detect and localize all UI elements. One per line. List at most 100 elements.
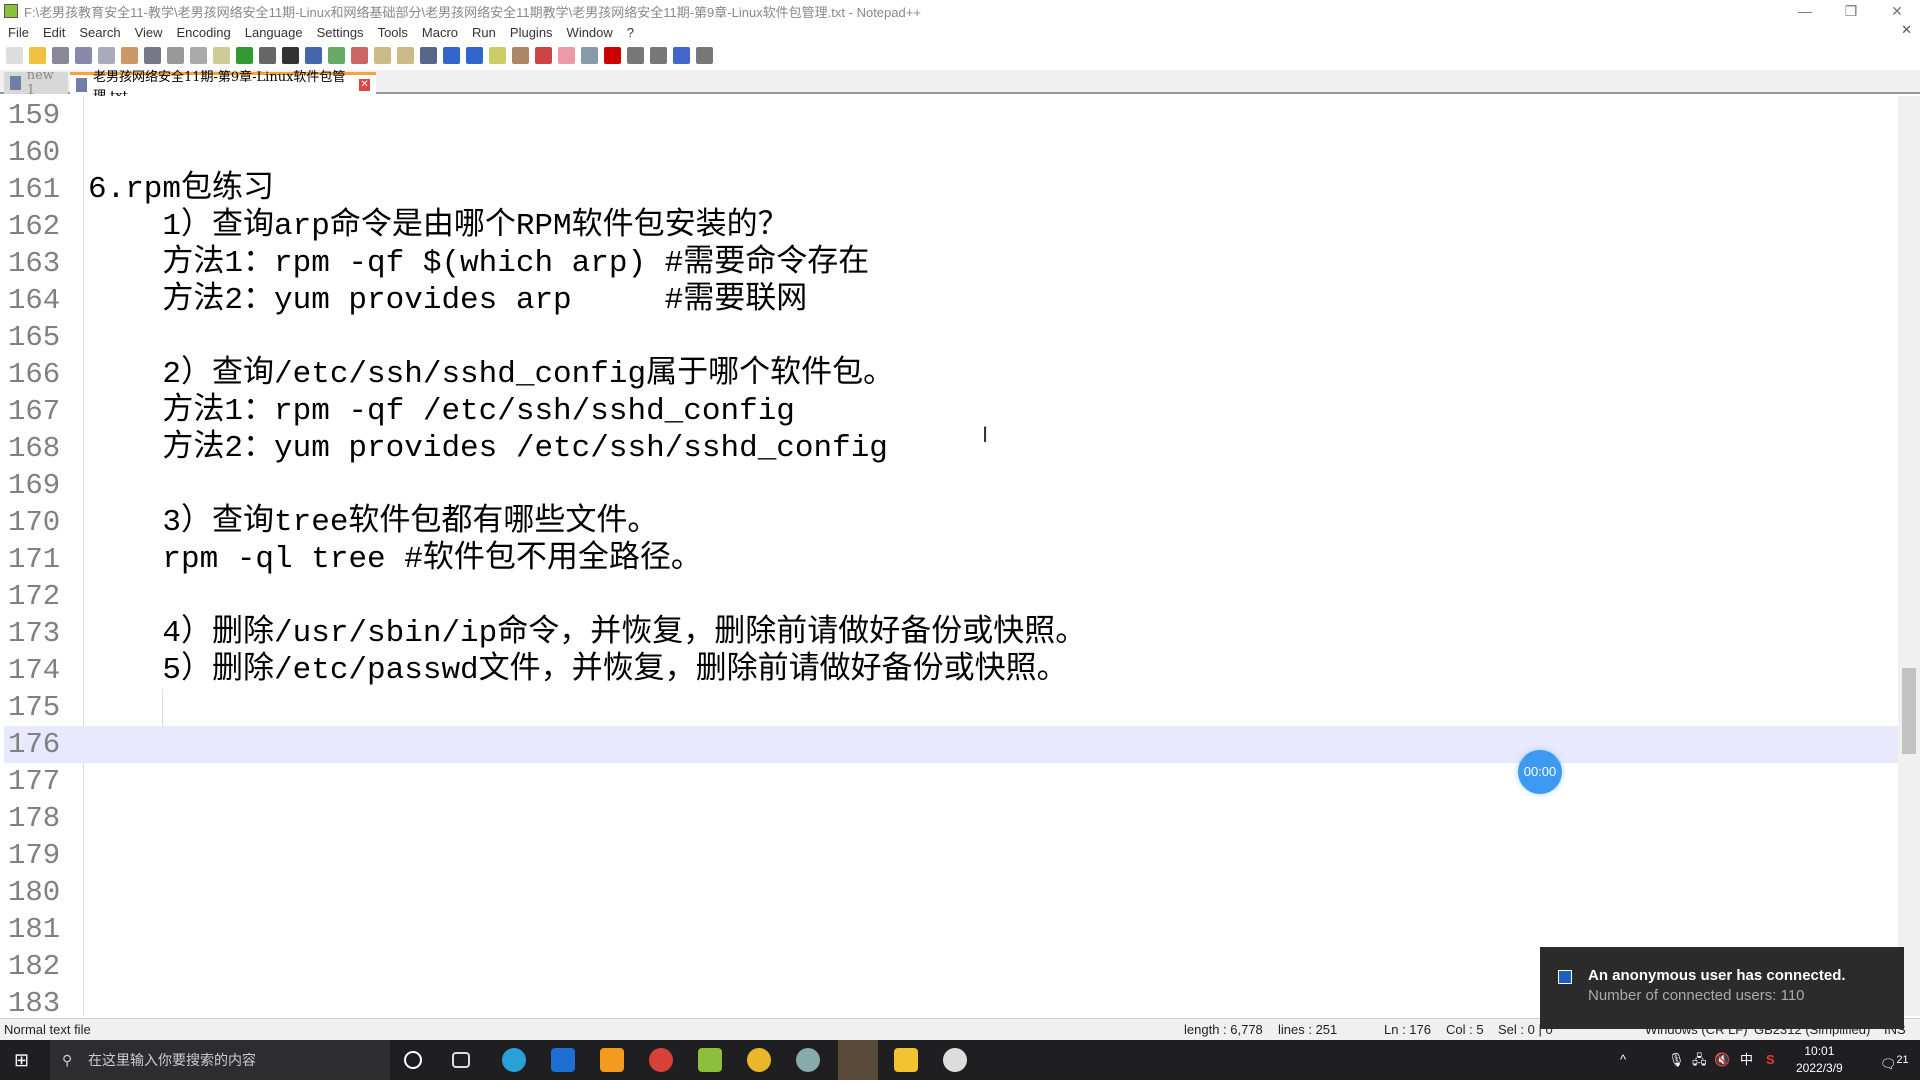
editor-line[interactable]: 167 方法1：rpm -qf /etc/ssh/sshd_config	[4, 393, 1898, 430]
toolbar-button-icon[interactable]	[627, 46, 644, 64]
network-icon[interactable]: 🖧	[1692, 1040, 1707, 1080]
menu-plugins[interactable]: Plugins	[510, 25, 553, 40]
menu-encoding[interactable]: Encoding	[177, 25, 231, 40]
qq-icon[interactable]	[838, 1040, 878, 1080]
toolbar-button-icon[interactable]	[420, 46, 437, 64]
toolbar-button-icon[interactable]	[29, 46, 46, 64]
toolbar-button-icon[interactable]	[489, 46, 506, 64]
ime-indicator[interactable]: 中	[1740, 1040, 1753, 1080]
chrome-icon[interactable]	[747, 1048, 771, 1072]
tab-new-1[interactable]: new 1	[4, 68, 68, 98]
menu-window[interactable]: Window	[567, 25, 613, 40]
cortana-icon[interactable]	[404, 1051, 422, 1069]
minimize-button[interactable]: —	[1782, 0, 1828, 22]
toolbar-button-icon[interactable]	[466, 46, 483, 64]
close-tab-icon[interactable]: ✕	[359, 78, 370, 91]
editor-line[interactable]: 168 方法2：yum provides /etc/ssh/sshd_confi…	[4, 430, 1898, 467]
toolbar-button-icon[interactable]	[121, 46, 138, 64]
menu-settings[interactable]: Settings	[317, 25, 364, 40]
editor-line[interactable]: 162 1）查询arp命令是由哪个RPM软件包安装的？	[4, 208, 1898, 245]
menu-macro[interactable]: Macro	[422, 25, 458, 40]
toolbar-button-icon[interactable]	[673, 46, 690, 64]
toolbar-button-icon[interactable]	[167, 46, 184, 64]
task-view-icon[interactable]	[452, 1052, 470, 1068]
toolbar-button-icon[interactable]	[581, 46, 598, 64]
toolbar-button-icon[interactable]	[259, 46, 276, 64]
menu-tools[interactable]: Tools	[378, 25, 408, 40]
app-icon[interactable]	[796, 1048, 820, 1072]
vertical-scrollbar[interactable]	[1898, 96, 1920, 1016]
toolbar-button-icon[interactable]	[558, 46, 575, 64]
toolbar-button-icon[interactable]	[328, 46, 345, 64]
toolbar-button-icon[interactable]	[282, 46, 299, 64]
sogou-icon[interactable]: S	[1766, 1040, 1775, 1080]
editor-line[interactable]: 177	[4, 763, 1898, 800]
editor-line[interactable]: 163 方法1：rpm -qf $(which arp) #需要命令存在	[4, 245, 1898, 282]
toolbar-button-icon[interactable]	[6, 46, 23, 64]
app-icon[interactable]	[649, 1048, 673, 1072]
restore-button[interactable]: ❐	[1828, 0, 1874, 22]
toolbar-button-icon[interactable]	[351, 46, 368, 64]
toolbar-button-icon[interactable]	[374, 46, 391, 64]
toolbar-button-icon[interactable]	[512, 46, 529, 64]
clock[interactable]: 10:01 2022/3/9	[1796, 1043, 1843, 1077]
editor-line[interactable]: 159	[4, 97, 1898, 134]
toolbar-button-icon[interactable]	[604, 46, 621, 64]
show-hidden-icons[interactable]: ^	[1620, 1040, 1626, 1080]
menu-search[interactable]: Search	[79, 25, 120, 40]
clock-app-icon[interactable]	[943, 1048, 967, 1072]
recording-timer[interactable]: 00:00	[1518, 750, 1562, 794]
editor-line[interactable]: 172	[4, 578, 1898, 615]
editor-line[interactable]: 164 方法2：yum provides arp #需要联网	[4, 282, 1898, 319]
editor-line[interactable]: 171 rpm -ql tree #软件包不用全路径。	[4, 541, 1898, 578]
menu-language[interactable]: Language	[245, 25, 303, 40]
toolbar-button-icon[interactable]	[397, 46, 414, 64]
toolbar-button-icon[interactable]	[52, 46, 69, 64]
editor-line[interactable]: 160	[4, 134, 1898, 171]
notifications-icon[interactable]: 🗨21	[1880, 1040, 1909, 1080]
tab-current-file[interactable]: 老男孩网络安全11期-第9章-Linux软件包管理.txt✕	[70, 70, 376, 104]
toolbar-button-icon[interactable]	[696, 46, 713, 64]
close-button[interactable]: ✕	[1874, 0, 1920, 22]
editor-line[interactable]: 173 4）删除/usr/sbin/ip命令，并恢复，删除前请做好备份或快照。	[4, 615, 1898, 652]
microphone-icon[interactable]: 🎙	[1668, 1040, 1685, 1080]
editor-line[interactable]: 178	[4, 800, 1898, 837]
toolbar-button-icon[interactable]	[144, 46, 161, 64]
menu-run[interactable]: Run	[472, 25, 496, 40]
editor-line[interactable]: 166 2）查询/etc/ssh/sshd_config属于哪个软件包。	[4, 356, 1898, 393]
menu-file[interactable]: File	[8, 25, 29, 40]
toolbar-button-icon[interactable]	[305, 46, 322, 64]
editor-line[interactable]: 165	[4, 319, 1898, 356]
editor-line[interactable]: 174 5）删除/etc/passwd文件，并恢复，删除前请做好备份或快照。	[4, 652, 1898, 689]
notification-toast[interactable]: An anonymous user has connected. Number …	[1540, 947, 1904, 1029]
toolbar-button-icon[interactable]	[190, 46, 207, 64]
editor-line[interactable]: 170 3）查询tree软件包都有哪些文件。	[4, 504, 1898, 541]
toolbar-button-icon[interactable]	[213, 46, 230, 64]
toolbar-button-icon[interactable]	[650, 46, 667, 64]
text-editor[interactable]: 159 160 161 6.rpm包练习 162 1）查询arp命令是由哪个RPM软件包…	[4, 96, 1898, 1016]
taskbar-search[interactable]: ⚲ 在这里输入你要搜索的内容	[50, 1040, 390, 1080]
toolbar-button-icon[interactable]	[98, 46, 115, 64]
editor-line[interactable]: 179	[4, 837, 1898, 874]
file-explorer-icon[interactable]	[894, 1048, 918, 1072]
notepadpp-taskbar-icon[interactable]	[698, 1048, 722, 1072]
editor-line[interactable]: 175	[4, 689, 1898, 726]
editor-line[interactable]: 176	[4, 726, 1898, 763]
toolbar-button-icon[interactable]	[75, 46, 92, 64]
scrollbar-thumb[interactable]	[1902, 668, 1916, 754]
toolbar-button-icon[interactable]	[535, 46, 552, 64]
toolbar-button-icon[interactable]	[443, 46, 460, 64]
windows-start-icon[interactable]: ⊞	[14, 1050, 34, 1070]
menu-help[interactable]: ?	[627, 25, 634, 40]
editor-line[interactable]: 169	[4, 467, 1898, 504]
editor-line[interactable]: 181	[4, 911, 1898, 948]
editor-line[interactable]: 161 6.rpm包练习	[4, 171, 1898, 208]
close-document-icon[interactable]: ✕	[1901, 22, 1912, 38]
edge-icon[interactable]	[502, 1048, 526, 1072]
editor-line[interactable]: 180	[4, 874, 1898, 911]
menu-view[interactable]: View	[135, 25, 163, 40]
app-icon[interactable]	[551, 1048, 575, 1072]
menu-edit[interactable]: Edit	[43, 25, 65, 40]
app-icon[interactable]	[600, 1048, 624, 1072]
toolbar-button-icon[interactable]	[236, 46, 253, 64]
